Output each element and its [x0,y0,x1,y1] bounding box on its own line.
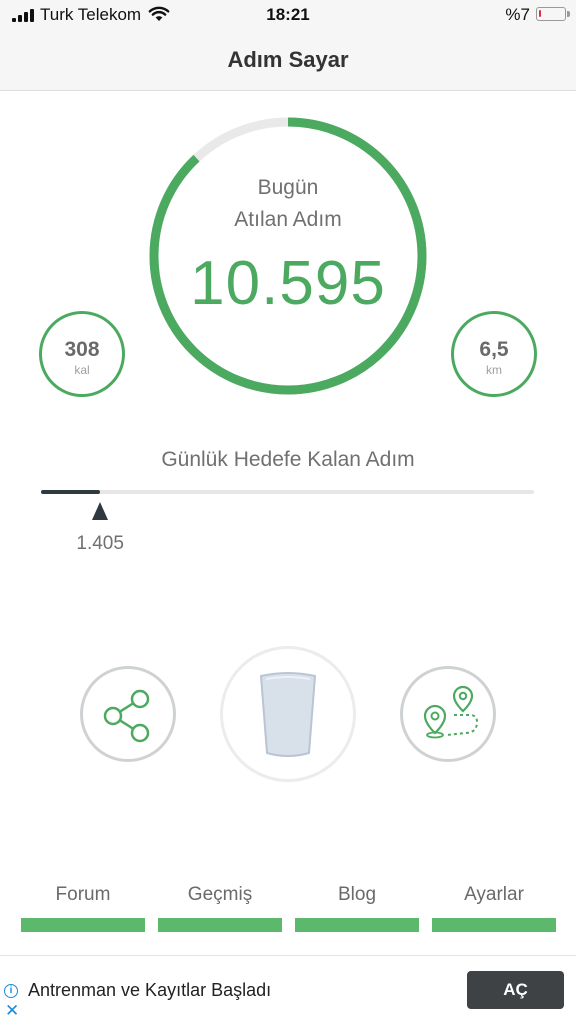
goal-marker-icon [92,502,109,520]
steps-taken-label: Atılan Adım [234,208,342,231]
goal-remaining-label: Günlük Hedefe Kalan Adım [161,448,415,471]
status-bar: Turk Telekom 18:21 %7 [0,0,576,30]
battery-level [539,10,541,17]
tab-blog-label: Blog [337,884,377,905]
calories-badge: 308 kal [39,311,125,397]
nav-bar: Adım Sayar [0,30,576,91]
ad-text: Antrenman ve Kayıtlar Başladı [28,980,272,1000]
tab-forum-bar [21,918,145,932]
tab-settings-bar [432,918,556,932]
tab-settings-label: Ayarlar [464,884,524,905]
calories-value: 308 [64,338,100,361]
tab-blog[interactable]: Blog [295,884,419,932]
tab-blog-bar [295,918,419,932]
goal-progress-track [41,490,534,494]
calories-unit: kal [74,363,90,377]
tab-history-bar [158,918,282,932]
ad-info-icon[interactable]: i [4,984,18,998]
share-icon [103,689,150,743]
ad-banner[interactable]: i ✕ Antrenman ve Kayıtlar Başladı AÇ [0,955,576,1025]
tab-forum-label: Forum [55,884,111,905]
battery-icon [536,7,570,21]
clock: 18:21 [266,5,310,24]
tab-history[interactable]: Geçmiş [158,884,282,932]
step-count: 10.595 [190,249,386,318]
ad-open-button[interactable]: AÇ [467,971,564,1009]
water-glass-icon [259,672,317,757]
battery-percent: %7 [505,5,530,24]
share-button[interactable] [80,666,176,762]
battery-nub [567,11,570,17]
distance-badge: 6,5 km [451,311,537,397]
tab-forum[interactable]: Forum [21,884,145,932]
distance-unit: km [486,363,502,377]
goal-progress-fill [41,490,101,494]
today-label: Bugün [257,176,319,199]
tab-history-label: Geçmiş [187,884,253,905]
tab-settings[interactable]: Ayarlar [432,884,556,932]
distance-value: 6,5 [479,338,509,361]
page-title: Adım Sayar [227,47,349,72]
goal-remaining-value: 1.405 [76,533,124,554]
route-button[interactable] [400,666,496,762]
ad-close-icon[interactable]: ✕ [5,1002,19,1019]
route-map-icon [423,685,479,739]
water-button[interactable] [220,646,356,782]
